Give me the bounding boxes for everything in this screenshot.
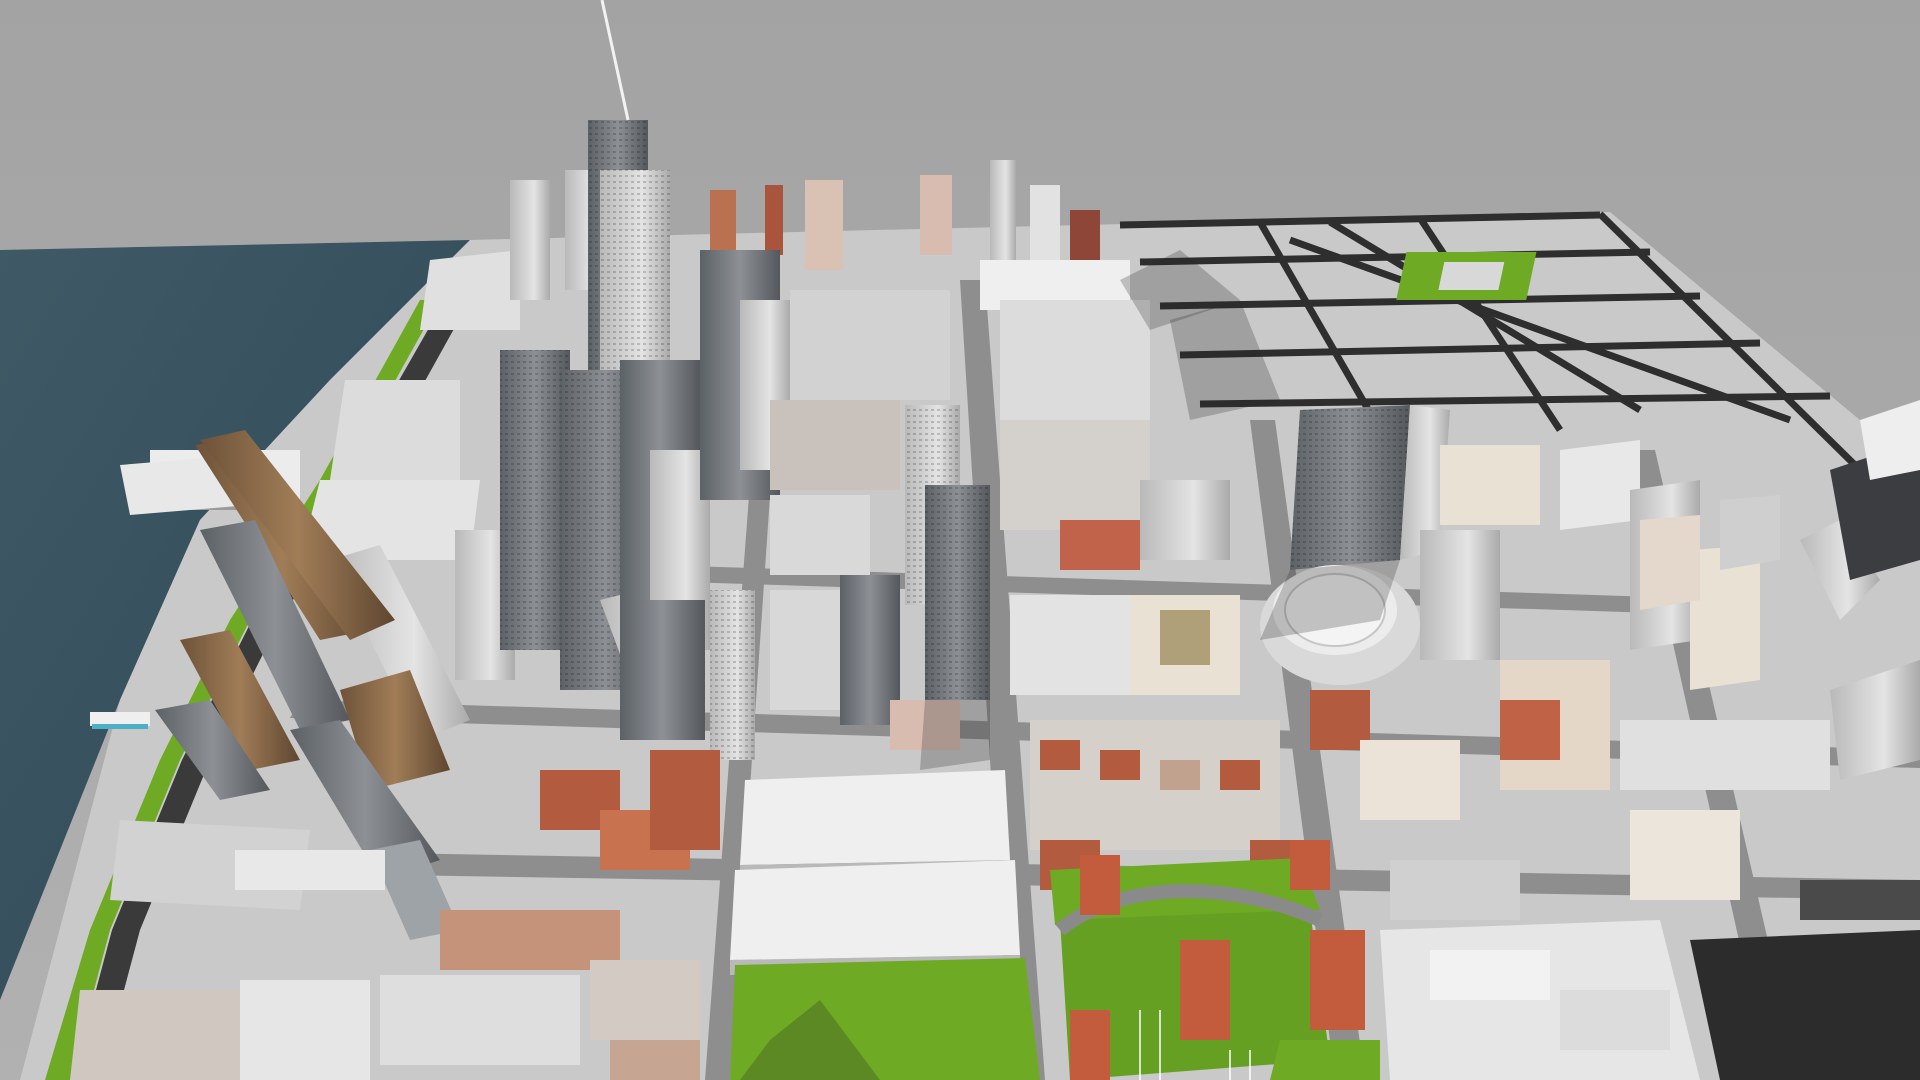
city-scene xyxy=(0,0,1920,1080)
